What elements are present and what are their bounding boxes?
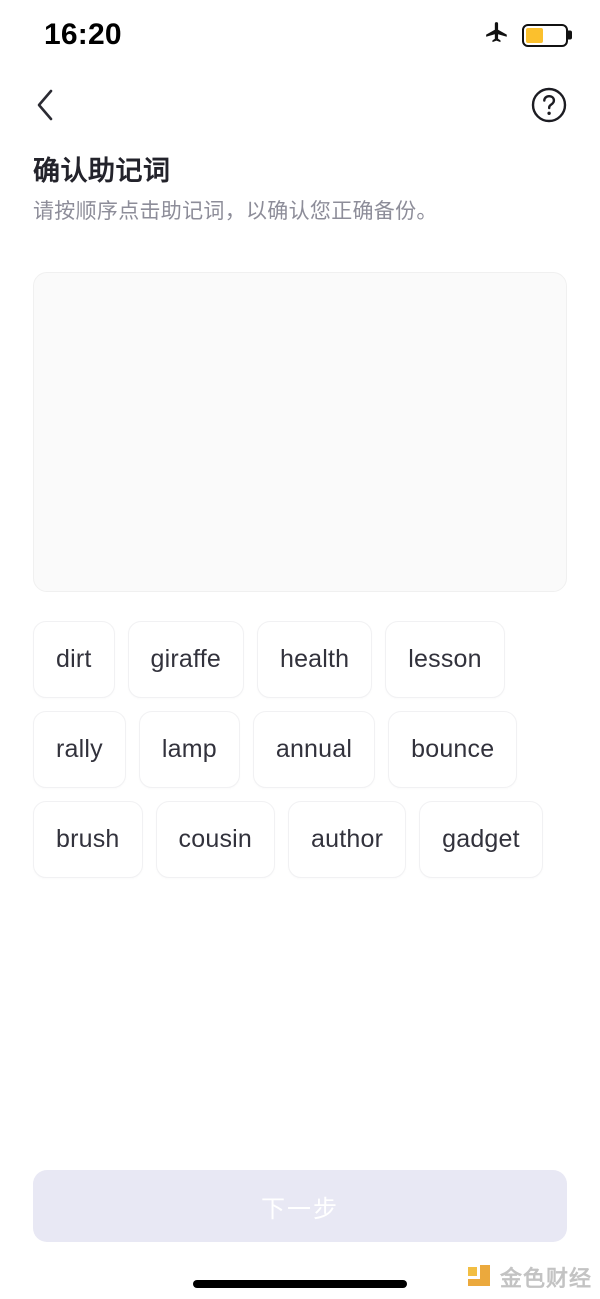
question-mark-circle-icon xyxy=(530,86,568,127)
page-subtitle: 请按顺序点击助记词，以确认您正确备份。 xyxy=(33,200,438,224)
word-chip[interactable]: bounce xyxy=(388,711,518,788)
word-chip[interactable]: annual xyxy=(252,711,376,788)
word-chip[interactable]: author xyxy=(288,801,407,878)
word-chip[interactable]: lesson xyxy=(385,621,505,698)
status-bar: 16:20 xyxy=(0,0,600,70)
airplane-mode-icon xyxy=(484,20,510,51)
jinse-finance-logo-icon xyxy=(467,1265,494,1289)
word-chip[interactable]: giraffe xyxy=(127,621,244,698)
nav-bar xyxy=(0,70,600,142)
back-button[interactable] xyxy=(22,83,68,129)
word-chip[interactable]: rally xyxy=(33,711,126,788)
word-chip[interactable]: cousin xyxy=(155,801,276,878)
watermark: 金色财经 xyxy=(467,1261,592,1293)
word-bank: dirt giraffe health lesson rally lamp annual bo… xyxy=(33,621,573,878)
watermark-text: 金色财经 xyxy=(499,1266,592,1291)
status-bar-time: 16:20 xyxy=(44,18,122,51)
word-chip[interactable]: lamp xyxy=(138,711,240,788)
word-chip[interactable]: dirt xyxy=(33,621,115,698)
word-chip[interactable]: health xyxy=(256,621,373,698)
heading-block: 确认助记词 请按顺序点击助记词，以确认您正确备份。 xyxy=(33,155,573,226)
word-chip[interactable]: brush xyxy=(33,801,143,878)
word-chip[interactable]: gadget xyxy=(419,801,543,878)
home-indicator-bar[interactable] xyxy=(193,1280,407,1288)
selected-words-area[interactable] xyxy=(33,272,567,592)
help-button[interactable] xyxy=(526,83,572,129)
status-bar-indicators xyxy=(484,20,568,51)
page-title: 确认助记词 xyxy=(33,156,171,186)
battery-icon xyxy=(522,23,568,47)
chevron-left-icon xyxy=(32,87,58,126)
phone-screen: 16:20 确认助记词 请按顺序点击助记词，以确认您正确备份。 dirt gir… xyxy=(0,0,600,1299)
next-button[interactable]: 下一步 xyxy=(33,1170,567,1242)
